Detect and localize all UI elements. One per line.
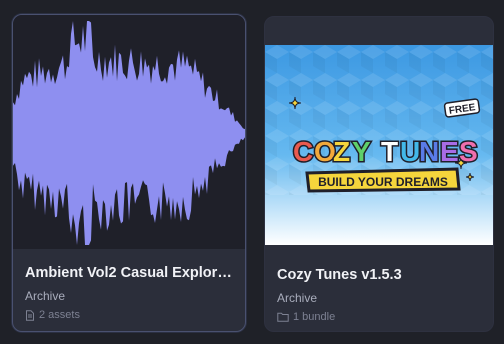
card-type: Archive bbox=[277, 291, 318, 305]
logo-letter: E bbox=[440, 136, 459, 167]
asset-card-ambient[interactable]: Ambient Vol2 Casual Explorat... Archive … bbox=[12, 14, 246, 332]
card-title[interactable]: Ambient Vol2 Casual Explorat... bbox=[25, 265, 235, 281]
logo-letter: U bbox=[400, 136, 420, 167]
cozy-tunes-thumbnail: FREE COZYTUNES BUILD YOUR DREAMS bbox=[265, 45, 493, 245]
logo-letter: Z bbox=[333, 136, 350, 167]
asset-card-cozy-tunes[interactable]: FREE COZYTUNES BUILD YOUR DREAMS Cozy Tu… bbox=[264, 16, 494, 332]
logo-letter: T bbox=[381, 136, 398, 167]
logo-letter: N bbox=[419, 136, 439, 167]
document-icon bbox=[26, 309, 34, 321]
logo-letter: Y bbox=[352, 136, 371, 167]
card-meta: 1 bundle bbox=[277, 311, 335, 323]
folder-icon bbox=[277, 312, 289, 322]
card-title[interactable]: Cozy Tunes v1.5.3 bbox=[277, 267, 483, 283]
waveform-thumbnail bbox=[13, 15, 245, 249]
asset-count: 2 assets bbox=[39, 309, 80, 321]
logo-letter: C bbox=[293, 136, 313, 167]
tagline: BUILD YOUR DREAMS bbox=[318, 175, 448, 189]
card-type: Archive bbox=[25, 289, 66, 303]
card-meta: 2 assets bbox=[25, 309, 80, 321]
logo-letter: S bbox=[459, 136, 478, 167]
cozy-tunes-logo: FREE C OZ Y T UN E S BUILD YOUR DREAMS bbox=[265, 45, 493, 245]
waveform-icon bbox=[13, 21, 245, 245]
bundle-count: 1 bundle bbox=[293, 311, 336, 323]
